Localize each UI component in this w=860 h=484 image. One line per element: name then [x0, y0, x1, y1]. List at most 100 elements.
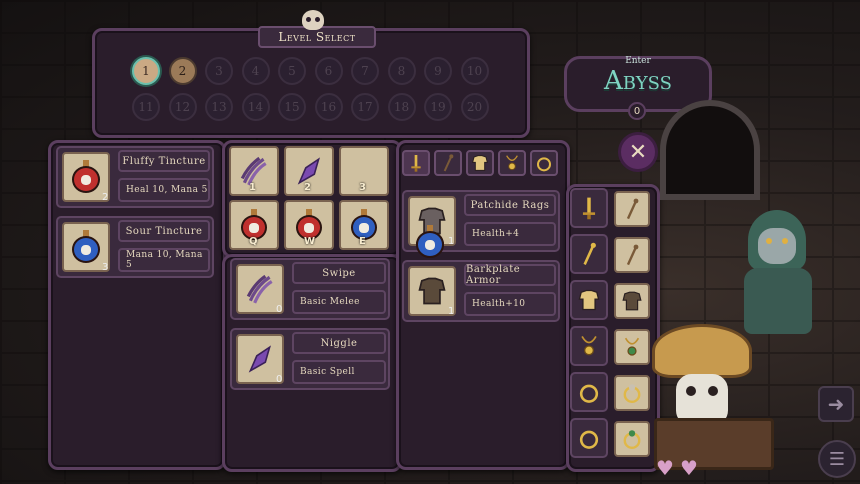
- equipped-item-barkplate-armor[interactable]: [614, 283, 650, 319]
- chest-armor-icon: [576, 287, 602, 313]
- ring-icon: [534, 153, 554, 173]
- sword-icon: [576, 195, 602, 221]
- hotbar-key-label: 1: [249, 182, 256, 193]
- heart-icon: ♥: [680, 456, 698, 480]
- equip-slot-amulet[interactable]: [570, 326, 608, 366]
- level-button-17[interactable]: 17: [351, 93, 379, 121]
- equip-slot-sword[interactable]: [570, 188, 608, 228]
- amulet-icon: [576, 333, 602, 359]
- purple-crystal-icon: [244, 343, 276, 375]
- ring-tab[interactable]: [530, 150, 558, 176]
- staff-tab[interactable]: [434, 150, 462, 176]
- armor-item[interactable]: 1 Barkplate Armor Health+10: [402, 260, 560, 322]
- equipped-item-skull-ring[interactable]: [614, 375, 650, 411]
- equip-slot-chest-armor[interactable]: [570, 280, 608, 320]
- consumable-item[interactable]: 3 Sour Tincture Mana 10, Mana 5: [56, 216, 214, 278]
- equipped-item-stick[interactable]: [614, 237, 650, 273]
- equip-slot-ring[interactable]: [570, 372, 608, 412]
- barkplate-armor-icon: [620, 289, 644, 313]
- dungeon-doorway: [660, 100, 760, 200]
- menu-button[interactable]: ☰: [818, 440, 856, 478]
- armor-name: Barkplate Armor: [464, 264, 556, 286]
- skill-desc: Basic Melee: [292, 290, 386, 314]
- hotbar-slot-e[interactable]: E: [339, 200, 389, 250]
- level-button-4[interactable]: 4: [241, 57, 270, 85]
- armor-name: Patchide Rags: [464, 194, 556, 216]
- item-count: 3: [102, 262, 109, 273]
- equipped-item-green-amulet[interactable]: [614, 329, 650, 365]
- skill-name: Swipe: [292, 262, 386, 284]
- hotbar-slot-q[interactable]: Q: [229, 200, 279, 250]
- ring-icon: [576, 379, 602, 405]
- level-button-20[interactable]: 20: [460, 93, 489, 121]
- staff-icon: [438, 153, 458, 173]
- level-button-19[interactable]: 19: [424, 93, 452, 121]
- ring-icon: [576, 425, 602, 451]
- skill-count: 0: [276, 304, 283, 315]
- equipped-item-green-ring[interactable]: [614, 421, 650, 457]
- level-button-3[interactable]: 3: [205, 57, 233, 85]
- close-button[interactable]: ✕: [618, 132, 658, 172]
- sword-icon: [406, 153, 426, 173]
- level-button-11[interactable]: 11: [132, 93, 160, 121]
- barkplate-armor-icon: [415, 274, 449, 308]
- skill-item[interactable]: 0 Swipe Basic Melee: [230, 258, 390, 320]
- staff-icon: [620, 197, 644, 221]
- level-button-6[interactable]: 6: [314, 57, 343, 85]
- level-button-10[interactable]: 10: [460, 57, 489, 85]
- next-arrow-button[interactable]: ➜: [818, 386, 854, 422]
- hotbar-key-label: 2: [304, 182, 311, 193]
- skill-name: Niggle: [292, 332, 386, 354]
- level-button-2[interactable]: 2: [168, 57, 197, 85]
- stick-icon: [620, 243, 644, 267]
- level-button-12[interactable]: 12: [168, 93, 197, 121]
- chest-armor-tab[interactable]: [466, 150, 494, 176]
- level-button-7[interactable]: 7: [351, 57, 379, 85]
- amulet-tab[interactable]: [498, 150, 526, 176]
- level-button-14[interactable]: 14: [241, 93, 270, 121]
- level-button-8[interactable]: 8: [387, 57, 416, 85]
- hotbar-slot-2[interactable]: 2: [284, 146, 334, 196]
- hotbar-slot-1[interactable]: 1: [229, 146, 279, 196]
- blue-skull-potion-icon: [69, 230, 103, 264]
- level-select-title: Level Select: [278, 30, 356, 44]
- level-button-5[interactable]: 5: [278, 57, 306, 85]
- blue-skull-potion-icon: [413, 225, 447, 259]
- item-count: 2: [102, 192, 109, 203]
- equipped-item-staff[interactable]: [614, 191, 650, 227]
- wand-icon: [576, 241, 602, 267]
- level-button-16[interactable]: 16: [314, 93, 343, 121]
- equip-slot-wand[interactable]: [570, 234, 608, 274]
- skull-ring-icon: [620, 381, 644, 405]
- level-button-1[interactable]: 1: [132, 57, 160, 85]
- abyss-label: Abyss: [604, 66, 672, 96]
- skill-item[interactable]: 0 Niggle Basic Spell: [230, 328, 390, 390]
- skull-icon: [302, 10, 324, 30]
- armor-stats: Health+4: [464, 222, 556, 246]
- level-button-9[interactable]: 9: [424, 57, 452, 85]
- level-button-15[interactable]: 15: [278, 93, 306, 121]
- arrow-right-icon: ➜: [827, 392, 845, 416]
- item-stats: Heal 10, Mana 5: [118, 178, 210, 202]
- skill-count: 0: [276, 374, 283, 385]
- consumable-item[interactable]: 2 Fluffy Tincture Heal 10, Mana 5: [56, 146, 214, 208]
- armor-count: 1: [448, 306, 455, 317]
- hotbar-slot-w[interactable]: W: [284, 200, 334, 250]
- sword-tab[interactable]: [402, 150, 430, 176]
- chest-armor-icon: [470, 153, 490, 173]
- hotbar-slot-3[interactable]: 3: [339, 146, 389, 196]
- skill-desc: Basic Spell: [292, 360, 386, 384]
- armor-stats: Health+10: [464, 292, 556, 316]
- enter-label: Enter: [625, 56, 651, 66]
- item-stats: Mana 10, Mana 5: [118, 248, 210, 272]
- equip-slot-ring[interactable]: [570, 418, 608, 458]
- hotbar-key-label: 3: [359, 182, 366, 193]
- hotbar-key-label: Q: [249, 236, 258, 247]
- hotbar-key-label: W: [304, 236, 316, 247]
- abyss-count: 0: [633, 105, 641, 117]
- heart-icon: ♥: [656, 456, 674, 480]
- abyss-count-badge: 0: [628, 102, 646, 120]
- level-button-13[interactable]: 13: [205, 93, 233, 121]
- level-button-18[interactable]: 18: [387, 93, 416, 121]
- close-icon: ✕: [628, 139, 648, 165]
